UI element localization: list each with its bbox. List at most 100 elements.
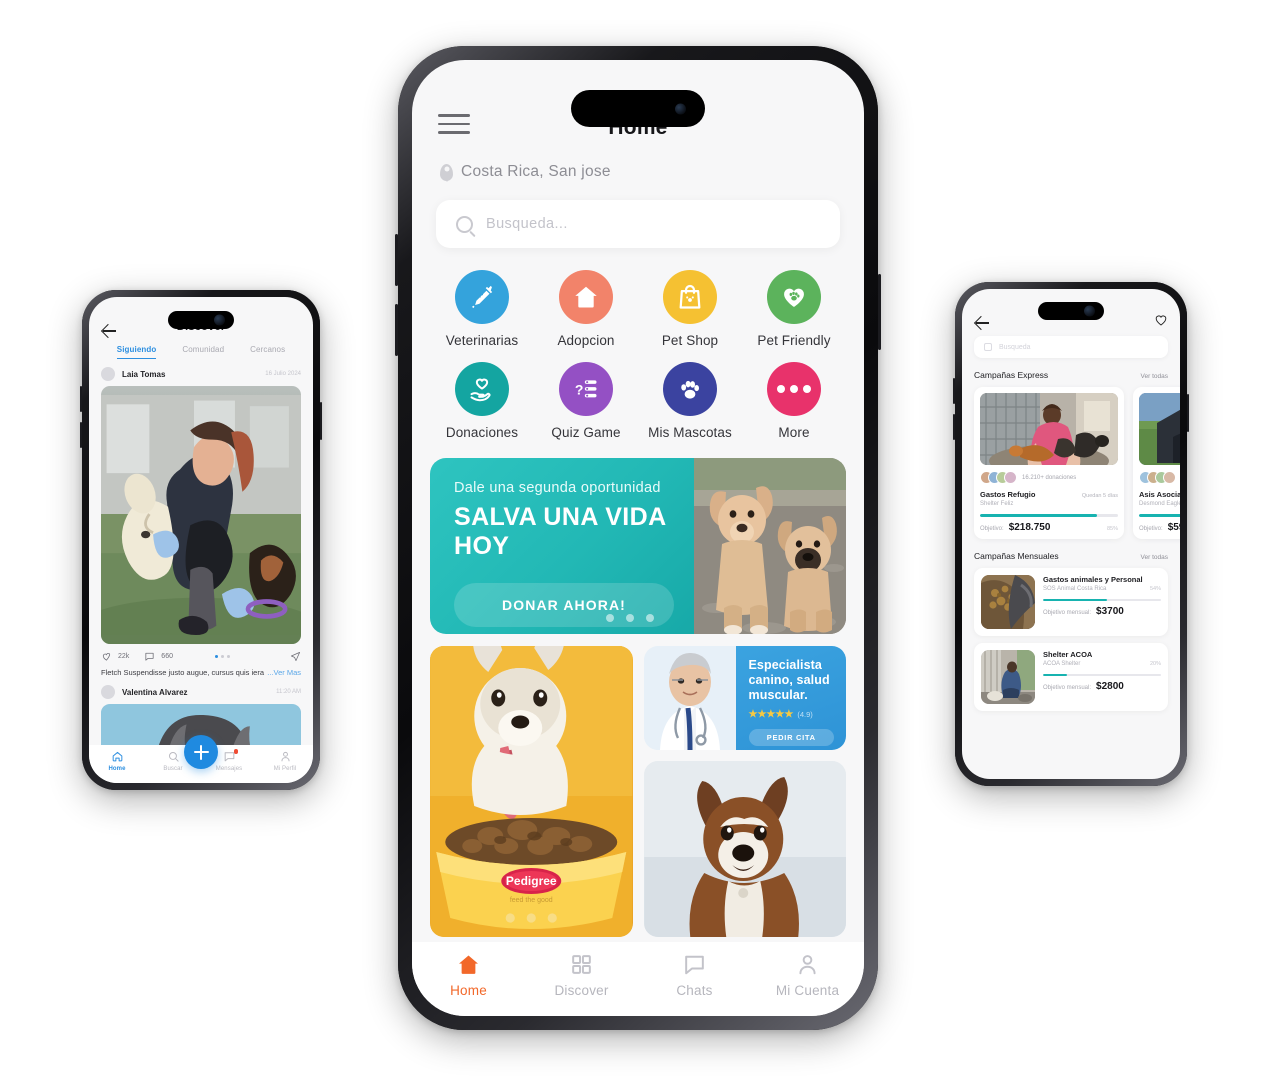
- nav-item-discover[interactable]: Discover: [525, 952, 638, 998]
- location-text: Costa Rica, San jose: [461, 163, 611, 180]
- express-campaign-carousel[interactable]: 16.210+ donaciones Gastos Refugio Quedan…: [962, 387, 1180, 539]
- search-bar[interactable]: Busqueda...: [436, 200, 840, 248]
- goal-percent: 85%: [1106, 525, 1118, 532]
- search-icon: [984, 343, 992, 351]
- see-all-link[interactable]: Ver todas: [1141, 373, 1168, 380]
- campaign-title: Asis Asociació: [1139, 490, 1180, 499]
- monthly-campaign-row[interactable]: Gastos animales y Personal SOS Animal Co…: [974, 567, 1168, 636]
- stars-glyphs: ★★★★★: [748, 709, 794, 721]
- post-image[interactable]: [101, 386, 301, 644]
- campaign-card[interactable]: 16.210+ donaciones Gastos Refugio Quedan…: [974, 387, 1124, 539]
- post-author: Laia Tomas: [122, 369, 166, 379]
- hand-heart-icon: [455, 362, 509, 416]
- category-donaciones[interactable]: Donaciones: [430, 362, 534, 440]
- ad-card-vet[interactable]: Especialista canino, salud muscular. ★★★…: [643, 646, 846, 750]
- nav-item-mi-perfil[interactable]: Mi Perfil: [257, 750, 313, 772]
- donate-now-label: DONAR AHORA!: [502, 597, 626, 613]
- vet-ad-content: Especialista canino, salud muscular. ★★★…: [735, 646, 846, 750]
- volume-down-button[interactable]: [80, 422, 82, 448]
- goal-label: Objetivo:: [980, 525, 1004, 532]
- nav-item-home[interactable]: Home: [89, 750, 145, 772]
- svg-text:?: ?: [575, 381, 584, 397]
- tab-comunidad[interactable]: Comunidad: [182, 345, 224, 359]
- search-input[interactable]: Busqueda: [999, 344, 1031, 351]
- ad-card-pedigree[interactable]: Pedigree feed the good: [430, 646, 633, 937]
- volume-up-button[interactable]: [395, 234, 398, 286]
- campaign-thumbnail: [981, 649, 1035, 704]
- goal-row: Objetivo mensual: $2800: [1043, 681, 1161, 692]
- campaign-org: Shelter Feliz: [980, 501, 1014, 507]
- post-header: Laia Tomas 16 Julio 2024: [89, 359, 313, 386]
- banner-pagination-dots[interactable]: [606, 614, 654, 622]
- right-phone-screen: Donación Busqueda Campañas Express Ver t…: [962, 289, 1180, 779]
- book-appointment-button[interactable]: PEDIR CITA: [748, 729, 834, 747]
- notification-badge: [233, 749, 238, 754]
- search-input[interactable]: Busqueda...: [486, 216, 568, 232]
- nav-label: Mensajes: [215, 765, 243, 772]
- vet-ad-headline: Especialista canino, salud muscular.: [748, 658, 830, 702]
- post-timestamp: 16 Julio 2024: [265, 371, 301, 377]
- see-all-link[interactable]: Ver todas: [1141, 554, 1168, 561]
- ad-grid: Pedigree feed the good Especialista cani…: [430, 646, 846, 937]
- campaign-title: Gastos animales y Personal: [1043, 574, 1143, 584]
- category-adopcion[interactable]: Adopcion: [534, 270, 638, 348]
- category-label: Pet Shop: [661, 333, 719, 348]
- like-icon[interactable]: [101, 651, 112, 662]
- campaign-subrow: SOS Animal Costa Rica 54%: [1043, 586, 1161, 592]
- banner-content: Dale una segunda oportunidad SALVA UNA V…: [430, 458, 694, 634]
- campaign-card[interactable]: 12.4 Asis Asociació Desmond Eagle Objeti…: [1133, 387, 1180, 539]
- heart-outline-icon[interactable]: [1154, 313, 1168, 327]
- nav-item-home[interactable]: Home: [412, 952, 525, 998]
- banner-headline: SALVA UNA VIDA HOY: [454, 503, 666, 560]
- donor-avatars: [980, 471, 1017, 484]
- avatar[interactable]: [101, 685, 115, 699]
- location-row[interactable]: Costa Rica, San jose: [412, 158, 864, 186]
- post-actions: 22k 660: [89, 644, 313, 662]
- nav-item-mi-cuenta[interactable]: Mi Cuenta: [751, 952, 864, 998]
- power-button[interactable]: [1187, 394, 1189, 432]
- svg-text:feed the good: feed the good: [510, 897, 553, 904]
- search-bar[interactable]: Busqueda: [974, 336, 1168, 358]
- post-header: Valentina Alvarez 11:20 AM: [89, 677, 313, 704]
- comment-icon[interactable]: [144, 651, 155, 662]
- tab-siguiendo[interactable]: Siguiendo: [116, 345, 157, 359]
- front-camera-icon: [1083, 305, 1095, 317]
- front-camera-icon: [213, 314, 225, 326]
- campaign-image: [980, 393, 1118, 465]
- campaign-org: ACOA Shelter: [1043, 660, 1081, 667]
- campaign-remaining: Quedan 5 días: [1081, 493, 1118, 499]
- volume-down-button[interactable]: [953, 414, 955, 440]
- volume-down-button[interactable]: [395, 304, 398, 356]
- nav-item-chats[interactable]: Chats: [638, 952, 751, 998]
- category-pet-friendly[interactable]: Pet Friendly: [742, 270, 846, 348]
- monthly-campaign-row[interactable]: Shelter ACOA ACOA Shelter 20% Objetivo m…: [974, 642, 1168, 711]
- goal-value: $2800: [1096, 681, 1124, 693]
- power-button[interactable]: [320, 402, 322, 440]
- goal-row: Objetivo: $59.: [1139, 522, 1180, 533]
- location-pin-icon: [440, 163, 453, 181]
- avatar[interactable]: [101, 367, 115, 381]
- see-more-link[interactable]: ...Ver Mas: [267, 668, 301, 677]
- goal-value: $3700: [1096, 606, 1124, 618]
- donation-count: 16.210+ donaciones: [1022, 474, 1077, 481]
- nav-label: Discover: [554, 983, 609, 998]
- heart-paw-icon: [767, 270, 821, 324]
- category-quiz-game[interactable]: ? Quiz Game: [534, 362, 638, 440]
- ad-card-boxer[interactable]: [643, 761, 846, 937]
- discover-tabs: Siguiendo Comunidad Cercanos: [89, 343, 313, 359]
- power-button[interactable]: [878, 274, 881, 350]
- donation-banner[interactable]: Dale una segunda oportunidad SALVA UNA V…: [430, 458, 846, 634]
- category-veterinarias[interactable]: Veterinarias: [430, 270, 534, 348]
- volume-up-button[interactable]: [80, 386, 82, 412]
- tab-cercanos[interactable]: Cercanos: [250, 345, 285, 359]
- volume-up-button[interactable]: [953, 378, 955, 404]
- nav-label: Mi Perfil: [273, 765, 297, 772]
- campaign-title-row: Asis Asociació: [1139, 490, 1180, 499]
- category-pet-shop[interactable]: Pet Shop: [638, 270, 742, 348]
- ellipsis-icon: [767, 362, 821, 416]
- category-mis-mascotas[interactable]: Mis Mascotas: [638, 362, 742, 440]
- create-post-fab[interactable]: [184, 735, 218, 769]
- share-icon[interactable]: [290, 651, 301, 662]
- category-more[interactable]: More: [742, 362, 846, 440]
- nav-label: Home: [450, 983, 487, 998]
